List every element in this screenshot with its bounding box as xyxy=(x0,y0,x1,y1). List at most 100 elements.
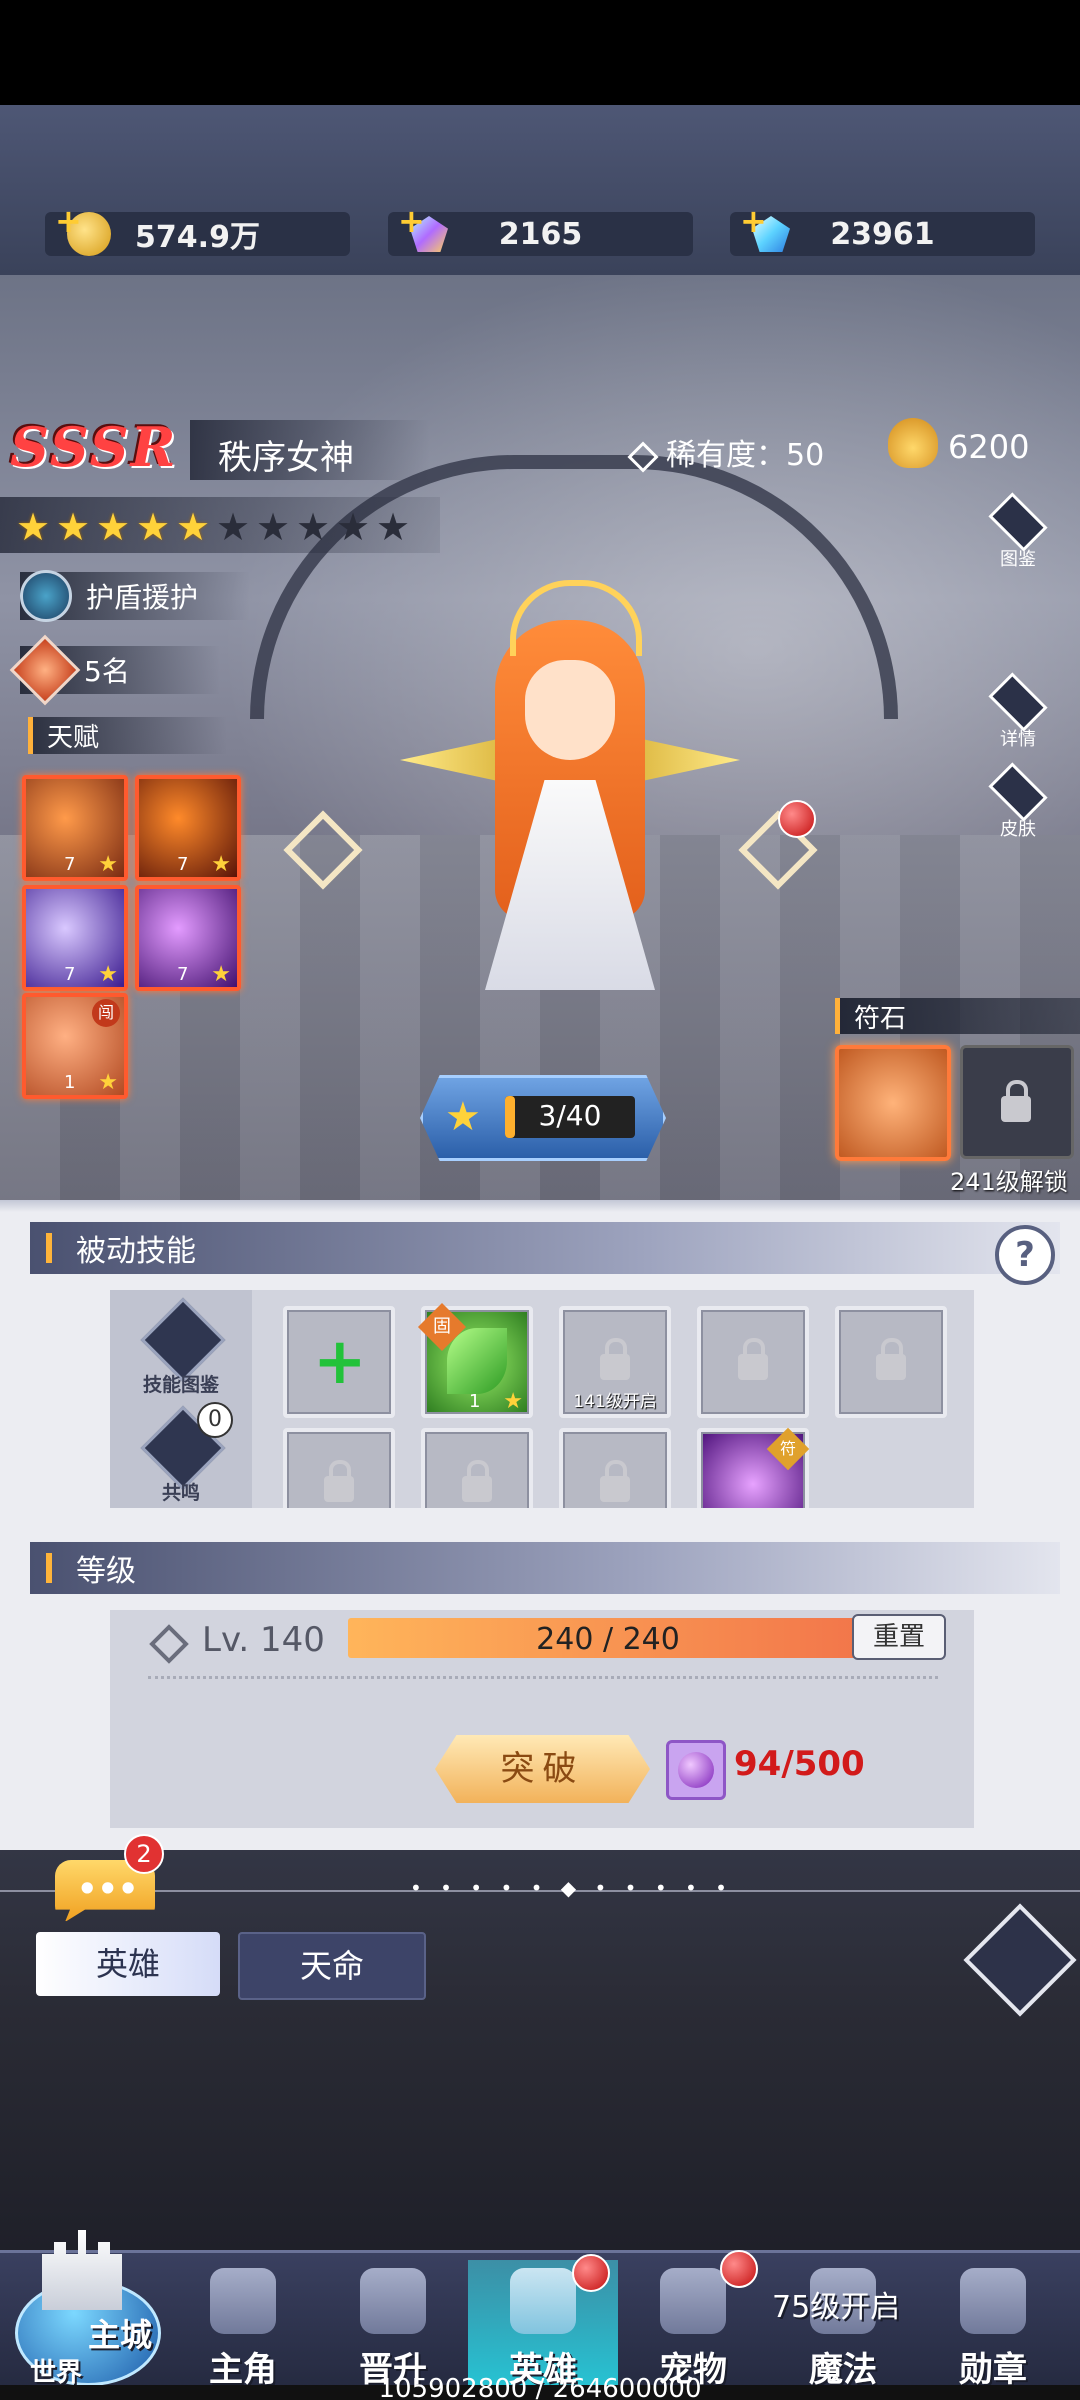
hero-power: 6200 xyxy=(948,428,1030,466)
talent-slot[interactable]: 7 ★ xyxy=(22,885,128,991)
hero-face xyxy=(525,660,615,760)
locked-skill-slot[interactable] xyxy=(283,1428,395,1508)
skin-button[interactable]: 皮肤 xyxy=(985,762,1051,841)
fixed-tag-text: 固 xyxy=(433,1316,451,1337)
skill-slot-rune[interactable]: 符 xyxy=(697,1427,810,1508)
talent-level: 7 xyxy=(64,964,76,985)
talent-level: 7 xyxy=(177,964,189,985)
locked-skill-slot[interactable] xyxy=(835,1306,947,1418)
star-filled-icon: ★ xyxy=(56,505,91,549)
star-icon: ★ xyxy=(98,1070,118,1095)
passive-skill-title: 被动技能 xyxy=(76,1234,196,1269)
medal-icon xyxy=(960,2268,1026,2334)
tab-hero[interactable]: 英雄 xyxy=(36,1932,220,1996)
lock-icon xyxy=(1001,1080,1031,1122)
help-button[interactable]: ? xyxy=(995,1225,1055,1285)
star-up-icon: ★ xyxy=(445,1094,481,1140)
add-icon[interactable]: + xyxy=(55,202,82,240)
nav-item-6[interactable]: 勋章 xyxy=(918,2260,1068,2390)
talent-level: 7 xyxy=(177,854,189,875)
star-empty-icon: ★ xyxy=(256,505,291,549)
add-icon[interactable]: + xyxy=(740,202,767,240)
role-text: 护盾援护 xyxy=(86,581,199,614)
chat-badge: 2 xyxy=(124,1834,164,1874)
notification-dot xyxy=(572,2254,610,2292)
talent-slot[interactable]: 7 ★ xyxy=(135,885,241,991)
hero-character[interactable] xyxy=(400,580,740,1010)
tab-fate[interactable]: 天命 xyxy=(238,1932,426,2000)
level-title: 等级 xyxy=(76,1554,136,1589)
skill-codex-button[interactable] xyxy=(140,1297,226,1383)
nav-main-city[interactable]: 主城 世界 xyxy=(10,2220,161,2388)
star-icon: ★ xyxy=(98,962,118,987)
talent-slot[interactable]: 7 ★ xyxy=(135,775,241,881)
rune-slot-1[interactable] xyxy=(835,1045,951,1161)
passive-skill-header: 被动技能 xyxy=(30,1222,1060,1274)
locked-skill-slot[interactable]: 141级开启 xyxy=(559,1306,671,1418)
breakthrough-button[interactable]: 突破 xyxy=(435,1735,650,1803)
talent-badge: 闯 xyxy=(92,999,120,1027)
skill-level: 1 xyxy=(469,1391,481,1412)
add-skill-slot[interactable]: + xyxy=(283,1306,395,1418)
nav-item-2[interactable]: 晋升 xyxy=(318,2260,468,2390)
diamond-icon xyxy=(149,1624,189,1664)
locked-skill-slot[interactable] xyxy=(421,1428,533,1508)
nav-item-1[interactable]: 主角 xyxy=(168,2260,318,2390)
header-accent xyxy=(46,1233,52,1263)
talent-slot[interactable]: 7 ★ xyxy=(22,775,128,881)
currency-gold[interactable]: + 574.9万 xyxy=(45,202,350,256)
nav-main-city-label: 主城 xyxy=(88,2316,153,2354)
lower-area xyxy=(0,1850,1080,2250)
star-icon: ★ xyxy=(211,852,231,877)
chat-bubble-icon: ••• xyxy=(77,1870,139,1908)
gem-amount: 2165 xyxy=(498,216,583,252)
codex-button[interactable]: 图鉴 xyxy=(985,492,1051,571)
star-icon: ★ xyxy=(98,852,118,877)
level-box: Lv. 140 240 / 240 重置 突破 94/500 xyxy=(110,1610,974,1828)
add-icon[interactable]: + xyxy=(398,202,425,240)
hero-halo xyxy=(510,580,642,656)
rarity-text: 稀有度：50 xyxy=(666,438,825,473)
rune-slot-locked[interactable] xyxy=(960,1045,1074,1159)
lock-icon xyxy=(600,1460,630,1502)
gold-amount: 574.9万 xyxy=(135,220,260,255)
star-up-progress[interactable]: ★ 3/40 xyxy=(420,1075,666,1161)
star-icon: ★ xyxy=(503,1389,523,1414)
talent-label: 天赋 xyxy=(28,717,227,754)
lock-icon xyxy=(600,1338,630,1380)
diamond-icon xyxy=(627,440,659,473)
star-filled-icon: ★ xyxy=(16,505,51,549)
hero-grade: SSSR xyxy=(10,415,178,479)
bottom-counter: 105902800 / 264600000 xyxy=(378,2374,702,2400)
hero-rarity: 稀有度：50 xyxy=(627,430,825,474)
details-button[interactable]: 详情 xyxy=(985,672,1051,751)
hero-head-icon xyxy=(210,2268,276,2334)
diamond-amount: 23961 xyxy=(830,216,935,252)
game-screen: + 574.9万 + 2165 + 23961 SSSR 秩序女神 稀有度：50… xyxy=(0,0,1080,2400)
rune-label: 符石 xyxy=(835,998,1080,1034)
star-filled-icon: ★ xyxy=(176,505,211,549)
skill-slot-leaf[interactable]: 固 1 ★ xyxy=(417,1302,533,1418)
star-filled-icon: ★ xyxy=(136,505,171,549)
currency-gem[interactable]: + 2165 xyxy=(388,202,693,256)
locked-skill-slot[interactable] xyxy=(697,1306,809,1418)
unlock-level-text: 141级开启 xyxy=(573,1392,657,1412)
star-empty-icon: ★ xyxy=(216,505,251,549)
star-up-text: 3/40 xyxy=(538,1099,602,1132)
locked-skill-slot[interactable] xyxy=(559,1428,671,1508)
panel-edge xyxy=(0,1200,1080,1212)
notification-dot xyxy=(778,800,816,838)
star-empty-icon: ★ xyxy=(376,505,411,549)
talent-slot[interactable]: 1 ★ 闯 xyxy=(22,993,128,1099)
hero-level: Lv. 140 xyxy=(202,1620,325,1660)
currency-diamond[interactable]: + 23961 xyxy=(730,202,1035,256)
hero-name: 秩序女神 xyxy=(218,438,354,478)
divider xyxy=(148,1676,938,1679)
skill-codex-label: 技能图鉴 xyxy=(142,1374,219,1396)
resonance-label: 共鸣 xyxy=(161,1482,200,1504)
reset-button[interactable]: 重置 xyxy=(852,1614,946,1660)
resonance-count: 0 xyxy=(197,1402,233,1438)
breakthrough-cost: 94/500 xyxy=(734,1744,865,1784)
notification-dot xyxy=(720,2250,758,2288)
role-tag: 护盾援护 xyxy=(20,570,250,622)
